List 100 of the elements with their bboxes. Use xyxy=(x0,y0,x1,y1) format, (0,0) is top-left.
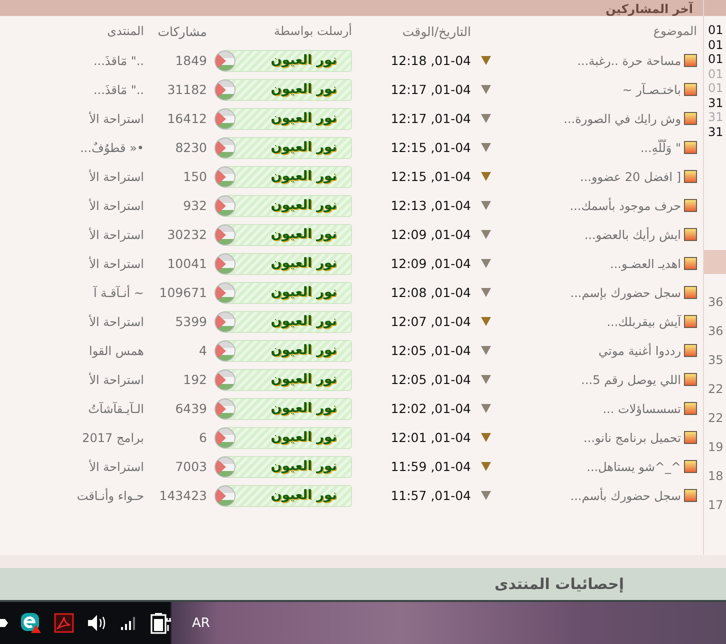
forum-link[interactable]: •« قطوُفٌ... xyxy=(0,140,147,154)
date-time: 01-04, 12:01 xyxy=(390,430,472,445)
column-header: أرسلت بواسطة xyxy=(273,24,353,38)
signal-icon[interactable] xyxy=(120,615,138,631)
forum-link[interactable]: استراحة الأ xyxy=(0,314,147,328)
flag-icon xyxy=(214,456,236,478)
topic-link[interactable]: حرف موجود بأسمك... xyxy=(570,198,681,212)
battery-icon[interactable] xyxy=(150,611,172,635)
arrow-icon[interactable] xyxy=(481,56,491,65)
arrow-icon[interactable] xyxy=(481,404,491,413)
arrow-icon[interactable] xyxy=(481,230,491,239)
topic-icon xyxy=(684,228,697,241)
arrow-icon[interactable] xyxy=(481,288,491,297)
arrow-icon[interactable] xyxy=(481,85,491,94)
date-time: 01-04, 12:09 xyxy=(390,227,472,242)
topic-link[interactable]: تسسساؤلات ... xyxy=(602,402,681,416)
forum-link[interactable]: استراحة الأ xyxy=(0,460,147,474)
forum-link[interactable]: استراحة الأ xyxy=(0,112,147,126)
forum-link[interactable]: استراحة الأ xyxy=(0,170,147,184)
date-time: 01-04, 12:17 xyxy=(390,111,472,126)
side-number: 22 xyxy=(708,410,724,427)
forum-link[interactable]: .." مٓاقذَ... xyxy=(0,54,147,68)
forum-link[interactable]: استراحة الأ xyxy=(0,228,147,242)
author-link[interactable]: نور العيون xyxy=(215,252,352,274)
flag-icon xyxy=(214,224,236,246)
date-time: 01-04, 12:02 xyxy=(390,401,472,416)
author-link[interactable]: نور العيون xyxy=(215,456,352,478)
forum-link[interactable]: برامج 2017 xyxy=(0,430,147,444)
pdf-icon[interactable] xyxy=(54,613,74,633)
author-link[interactable]: نور العيون xyxy=(215,484,352,506)
side-number: 31 xyxy=(708,96,724,110)
author-link[interactable]: نور العيون xyxy=(215,282,352,304)
topic-icon xyxy=(684,83,697,96)
topic-icon xyxy=(684,402,697,415)
topic-icon xyxy=(684,170,697,183)
author-link[interactable]: نور العيون xyxy=(215,166,352,188)
topic-link[interactable]: اللي يوصل رقم 5... xyxy=(581,372,681,386)
flag-icon xyxy=(214,484,236,506)
forum-link[interactable]: حـواء وأنـاقت xyxy=(0,488,147,502)
flag-icon xyxy=(214,340,236,362)
antivirus-icon[interactable] xyxy=(20,612,42,634)
post-count: 30232 xyxy=(166,227,207,242)
author-link[interactable]: نور العيون xyxy=(215,310,352,332)
forum-link[interactable]: ~ أنـآقـة آ xyxy=(0,286,147,300)
author-link[interactable]: نور العيون xyxy=(215,194,352,216)
author-link[interactable]: نور العيون xyxy=(215,368,352,390)
forum-link[interactable]: الـآيـقآشآتُ xyxy=(0,402,147,416)
arrow-icon[interactable] xyxy=(481,172,491,181)
date-time: 01-04, 12:15 xyxy=(390,169,472,184)
topic-link[interactable]: اهديـ العضـو... xyxy=(610,256,681,270)
forum-link[interactable]: .." مٓاقذَ... xyxy=(0,82,147,96)
arrow-icon[interactable] xyxy=(481,375,491,384)
author-link[interactable]: نور العيون xyxy=(215,426,352,448)
author-link[interactable]: نور العيون xyxy=(215,398,352,420)
arrow-icon[interactable] xyxy=(481,317,491,326)
flag-icon xyxy=(214,136,236,158)
arrow-icon[interactable] xyxy=(481,259,491,268)
forum-link[interactable]: استراحة الأ xyxy=(0,256,147,270)
topic-link[interactable]: تحميل برنامج نانو... xyxy=(584,430,681,444)
column-header: الموضوع xyxy=(652,24,698,38)
arrow-icon[interactable] xyxy=(481,143,491,152)
arrow-icon[interactable] xyxy=(481,433,491,442)
post-count: 932 xyxy=(182,198,207,213)
topic-link[interactable]: وش رايك في الصورة... xyxy=(564,112,681,126)
topic-link[interactable]: رددوا أغنية موتي xyxy=(598,344,681,358)
author-link[interactable]: نور العيون xyxy=(215,108,352,130)
author-link[interactable]: نور العيون xyxy=(215,224,352,246)
topic-link[interactable]: سجل حضورك بأسم... xyxy=(570,488,681,502)
topic-link[interactable]: [ افضل 20 عضوو... xyxy=(580,170,681,184)
topic-link[interactable]: ايش رأيك بالعضو... xyxy=(584,228,681,242)
topic-link[interactable]: باختـصـآر ~ xyxy=(622,82,681,96)
topic-link[interactable]: ^_^شو يستاهل... xyxy=(586,460,681,474)
author-link[interactable]: نور العيون xyxy=(215,340,352,362)
topic-link[interactable]: مساحة حرة ..رغبة... xyxy=(577,54,681,68)
flag-icon xyxy=(214,282,236,304)
date-time: 01-04, 12:05 xyxy=(390,372,472,387)
arrow-icon[interactable] xyxy=(481,346,491,355)
forum-link[interactable]: همس القوا xyxy=(0,344,147,358)
date-time: 01-04, 12:09 xyxy=(390,256,472,271)
post-count: 6439 xyxy=(174,401,207,416)
column-header: التاريخ/الوقت xyxy=(401,24,472,38)
author-link[interactable]: نور العيون xyxy=(215,50,352,72)
arrow-icon[interactable] xyxy=(481,114,491,123)
post-count: 6 xyxy=(198,430,207,445)
language-indicator[interactable]: AR xyxy=(192,616,210,630)
column-header: مشاركات xyxy=(156,24,207,38)
topic-link[interactable]: آيش بيقربلك... xyxy=(606,314,681,328)
side-number: 19 xyxy=(708,439,724,456)
topic-icon xyxy=(684,199,697,212)
speaker-icon[interactable] xyxy=(86,613,108,633)
author-link[interactable]: نور العيون xyxy=(215,136,352,158)
section-title: آخر المشاركين xyxy=(606,2,693,16)
topic-link[interactable]: سجل حضورك بإسم... xyxy=(570,286,681,300)
author-link[interactable]: نور العيون xyxy=(215,78,352,100)
topic-link[interactable]: " وَلّلّهِ... xyxy=(640,140,681,154)
forum-link[interactable]: استراحة الأ xyxy=(0,198,147,212)
forum-link[interactable]: استراحة الأ xyxy=(0,372,147,386)
arrow-icon[interactable] xyxy=(481,201,491,210)
arrow-icon[interactable] xyxy=(481,491,491,500)
arrow-icon[interactable] xyxy=(481,462,491,471)
